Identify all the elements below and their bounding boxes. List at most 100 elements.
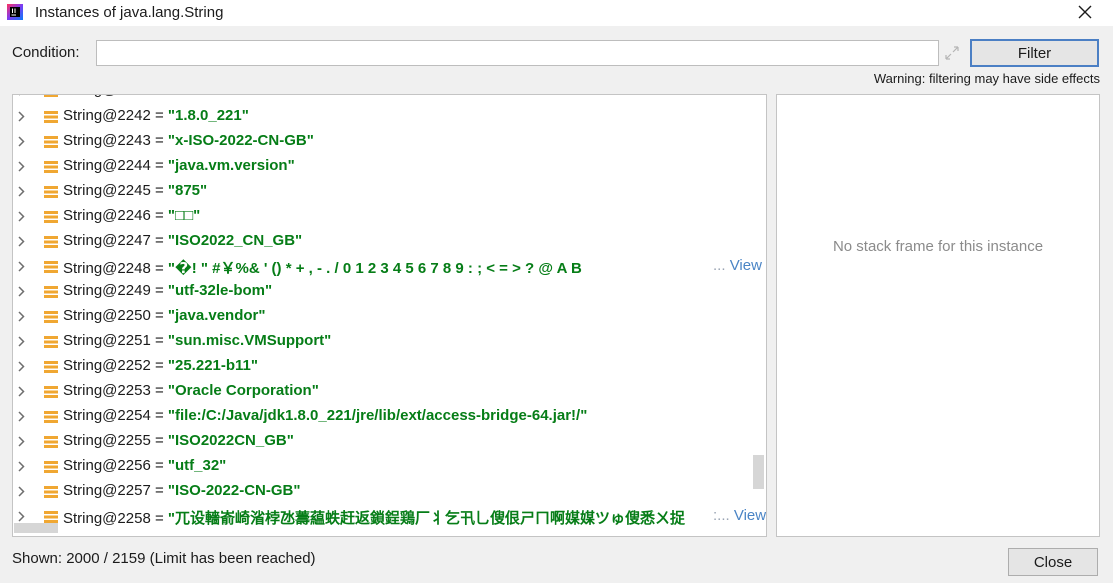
- instance-row[interactable]: String@2253 = "Oracle Corporation": [13, 379, 753, 404]
- instance-name: String@2241: [63, 95, 151, 98]
- instance-text: String@2255 = "ISO2022CN_GB": [63, 432, 294, 449]
- instance-row[interactable]: String@2244 = "java.vm.version": [13, 154, 753, 179]
- instance-value: "java.vendor": [167, 307, 266, 324]
- horizontal-scrollbar[interactable]: [14, 523, 58, 533]
- condition-input[interactable]: [96, 40, 939, 66]
- instance-text: String@2253 = "Oracle Corporation": [63, 382, 319, 399]
- instance-row[interactable]: String@2241 = "ibm-875": [13, 95, 753, 103]
- chevron-right-icon[interactable]: [16, 211, 26, 222]
- chevron-right-icon[interactable]: [16, 236, 26, 247]
- chevron-right-icon[interactable]: [16, 186, 26, 197]
- instances-tree[interactable]: String@2241 = "ibm-875" String@2242 = "1.…: [12, 94, 767, 537]
- field-object-icon: [44, 95, 58, 97]
- instance-text: String@2258 = "兀设轖嵛崎渻桲氹薵藴蛈赶返鎖鋥鶏厂丬乞卂乚傁佷ㄕㄇ…: [63, 510, 686, 527]
- instance-text: String@2241 = "ibm-875": [63, 95, 239, 98]
- instance-name: String@2245: [63, 182, 151, 199]
- instance-text: String@2251 = "sun.misc.VMSupport": [63, 332, 332, 349]
- field-object-icon: [44, 336, 58, 348]
- instance-name: String@2256: [63, 457, 151, 474]
- instance-row[interactable]: String@2242 = "1.8.0_221": [13, 104, 753, 129]
- instance-name: String@2258: [63, 510, 151, 527]
- intellij-idea-icon: [7, 4, 23, 20]
- condition-label: Condition:: [12, 44, 80, 61]
- instance-row[interactable]: String@2257 = "ISO-2022-CN-GB": [13, 479, 753, 504]
- expand-icon[interactable]: [943, 44, 961, 62]
- field-object-icon: [44, 461, 58, 473]
- chevron-right-icon[interactable]: [16, 111, 26, 122]
- field-object-icon: [44, 261, 58, 273]
- instance-row[interactable]: String@2250 = "java.vendor": [13, 304, 753, 329]
- instance-text: String@2248 = "�! " #￥%& ' () * + , - . …: [63, 260, 582, 277]
- chevron-right-icon[interactable]: [16, 161, 26, 172]
- instance-row[interactable]: String@2258 = "兀设轖嵛崎渻桲氹薵藴蛈赶返鎖鋥鶏厂丬乞卂乚傁佷ㄕㄇ…: [13, 504, 766, 529]
- instance-text: String@2243 = "x-ISO-2022-CN-GB": [63, 132, 314, 149]
- instance-row[interactable]: String@2252 = "25.221-b11": [13, 354, 753, 379]
- instance-name: String@2257: [63, 482, 151, 499]
- vertical-scrollbar[interactable]: [753, 455, 764, 489]
- instance-name: String@2246: [63, 207, 151, 224]
- instance-row[interactable]: String@2247 = "ISO2022_CN_GB": [13, 229, 753, 254]
- instance-value: "□□": [167, 207, 201, 224]
- close-button[interactable]: Close: [1008, 548, 1098, 576]
- instance-value: "1.8.0_221": [167, 107, 249, 124]
- instance-text: String@2247 = "ISO2022_CN_GB": [63, 232, 303, 249]
- instance-value: "25.221-b11": [167, 357, 259, 374]
- instance-row[interactable]: String@2254 = "file:/C:/Java/jdk1.8.0_22…: [13, 404, 753, 429]
- instance-text: String@2244 = "java.vm.version": [63, 157, 295, 174]
- empty-state-message: No stack frame for this instance: [832, 238, 1044, 255]
- view-link[interactable]: View: [730, 257, 762, 274]
- chevron-right-icon[interactable]: [16, 511, 26, 522]
- instance-row[interactable]: String@2246 = "□□": [13, 204, 753, 229]
- instance-name: String@2243: [63, 132, 151, 149]
- instance-text: String@2246 = "□□": [63, 207, 201, 224]
- field-object-icon: [44, 286, 58, 298]
- instance-name: String@2247: [63, 232, 151, 249]
- chevron-right-icon[interactable]: [16, 95, 26, 96]
- instance-row[interactable]: String@2248 = "�! " #￥%& ' () * + , - . …: [13, 254, 762, 279]
- view-link[interactable]: View: [734, 507, 766, 524]
- title-bar: Instances of java.lang.String: [0, 0, 1113, 26]
- instance-row[interactable]: String@2256 = "utf_32": [13, 454, 753, 479]
- chevron-right-icon[interactable]: [16, 436, 26, 447]
- instance-text: String@2249 = "utf-32le-bom": [63, 282, 273, 299]
- instance-name: String@2248: [63, 260, 151, 277]
- chevron-right-icon[interactable]: [16, 486, 26, 497]
- chevron-right-icon[interactable]: [16, 336, 26, 347]
- instance-row[interactable]: String@2249 = "utf-32le-bom": [13, 279, 753, 304]
- instance-value: "ISO2022_CN_GB": [167, 232, 303, 249]
- instance-name: String@2255: [63, 432, 151, 449]
- view-more: :... View: [713, 507, 766, 524]
- instances-list[interactable]: String@2241 = "ibm-875" String@2242 = "1.…: [13, 95, 766, 536]
- filter-warning: Warning: filtering may have side effects: [873, 71, 1100, 86]
- close-icon[interactable]: [1071, 0, 1099, 24]
- instance-value: "875": [167, 182, 208, 199]
- field-object-icon: [44, 361, 58, 373]
- shown-count: Shown: 2000 / 2159 (Limit has been reach…: [12, 550, 316, 567]
- chevron-right-icon[interactable]: [16, 411, 26, 422]
- field-object-icon: [44, 486, 58, 498]
- instance-row[interactable]: String@2255 = "ISO2022CN_GB": [13, 429, 753, 454]
- instance-name: String@2251: [63, 332, 151, 349]
- instance-text: String@2250 = "java.vendor": [63, 307, 266, 324]
- chevron-right-icon[interactable]: [16, 386, 26, 397]
- chevron-right-icon[interactable]: [16, 461, 26, 472]
- field-object-icon: [44, 386, 58, 398]
- field-object-icon: [44, 211, 58, 223]
- instance-row[interactable]: String@2251 = "sun.misc.VMSupport": [13, 329, 753, 354]
- instance-text: String@2257 = "ISO-2022-CN-GB": [63, 482, 301, 499]
- chevron-right-icon[interactable]: [16, 361, 26, 372]
- instance-row[interactable]: String@2243 = "x-ISO-2022-CN-GB": [13, 129, 753, 154]
- chevron-right-icon[interactable]: [16, 261, 26, 272]
- ellipsis: :...: [713, 507, 730, 524]
- field-object-icon: [44, 161, 58, 173]
- filter-button[interactable]: Filter: [970, 39, 1099, 67]
- instance-row[interactable]: String@2245 = "875": [13, 179, 753, 204]
- chevron-right-icon[interactable]: [16, 311, 26, 322]
- instance-value: "ibm-875": [168, 95, 239, 98]
- window-title: Instances of java.lang.String: [35, 4, 224, 21]
- instance-text: String@2245 = "875": [63, 182, 208, 199]
- instance-value: "java.vm.version": [167, 157, 295, 174]
- chevron-right-icon[interactable]: [16, 136, 26, 147]
- instance-text: String@2254 = "file:/C:/Java/jdk1.8.0_22…: [63, 407, 588, 424]
- chevron-right-icon[interactable]: [16, 286, 26, 297]
